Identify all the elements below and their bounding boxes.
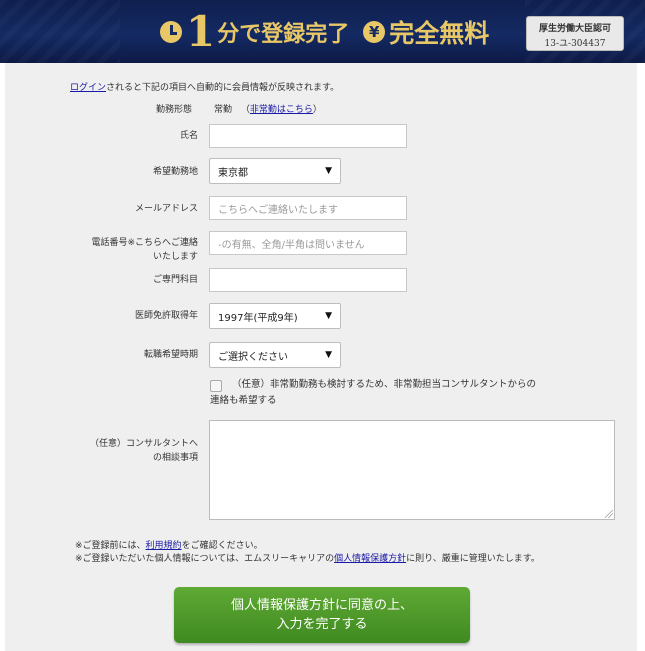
timing-select[interactable]: ご選択ください ▼ (209, 342, 341, 368)
timing-label: 転職希望時期 (143, 350, 198, 360)
employment-paren-close: ） (312, 105, 322, 115)
location-select[interactable]: 東京都 ▼ (209, 158, 341, 184)
privacy-note-line: ※ご登録いただいた個人情報については、エムスリーキャリアの個人情報保護方針に則り… (75, 553, 575, 566)
login-notice: ログインされると下記の項目へ自動的に会員情報が反映されます。 (70, 80, 339, 93)
license-year-select[interactable]: 1997年(平成9年) ▼ (209, 303, 341, 329)
consult-textarea[interactable] (209, 420, 615, 520)
phone-label-line2: いたします (152, 252, 198, 262)
specialty-input[interactable] (209, 268, 407, 292)
employment-value: 常勤 (214, 105, 233, 115)
employment-row: 常勤 （非常勤はこちら） (214, 102, 322, 115)
license-year-label: 医師免許取得年 (134, 311, 198, 321)
privacy-note-suffix: に則り、厳重に管理いたします。 (406, 554, 540, 564)
resize-handle-icon[interactable] (605, 510, 613, 518)
login-link[interactable]: ログイン (70, 83, 106, 93)
privacy-policy-link[interactable]: 個人情報保護方針 (334, 554, 406, 564)
name-input[interactable] (209, 124, 407, 148)
consult-label-line2: の相談事項 (152, 453, 198, 463)
phone-input[interactable]: -の有無、全角/半角は問いません (209, 231, 407, 255)
yen-icon: ¥ (363, 21, 386, 43)
clock-icon (160, 21, 182, 43)
chevron-down-icon: ▼ (325, 166, 332, 176)
chevron-down-icon: ▼ (325, 350, 332, 360)
banner-headline: 1 分で登録完了 ¥ 完全無料 (160, 10, 489, 54)
location-selected-value: 東京都 (218, 167, 248, 179)
phone-label: 電話番号※こちらへご連絡 いたします (78, 236, 198, 264)
part-time-link[interactable]: 非常勤はこちら (250, 105, 313, 115)
banner-minutes-text: 分で登録完了 (217, 21, 350, 47)
submit-button[interactable]: 個人情報保護方針に同意の上、 入力を完了する (174, 587, 470, 643)
header-banner: 1 分で登録完了 ¥ 完全無料 厚生労働大臣認可 13-ユ-304437 (0, 0, 645, 63)
email-label: メールアドレス (134, 204, 198, 214)
consult-label: （任意）コンサルタントへ の相談事項 (78, 437, 198, 465)
name-label: 氏名 (179, 131, 198, 141)
specialty-label: ご専門科目 (152, 275, 198, 285)
banner-pattern-left (0, 0, 120, 63)
terms-notes: ※ご登録前には、利用規約をご確認ください。 ※ご登録いただいた個人情報については… (75, 540, 575, 566)
submit-label-line1: 個人情報保護方針に同意の上、 (230, 598, 413, 613)
license-badge: 厚生労働大臣認可 13-ユ-304437 (526, 16, 624, 51)
banner-big-number: 1 (186, 7, 216, 56)
license-number: 13-ユ-304437 (544, 39, 606, 49)
email-input[interactable]: こちらへご連絡いたします (209, 196, 407, 220)
part-time-contact-text: （任意）非常勤勤務も検討するため、非常勤担当コンサルタントからの連絡も希望する (210, 379, 537, 406)
terms-of-use-link[interactable]: 利用規約 (146, 541, 182, 551)
license-title: 厚生労働大臣認可 (538, 24, 611, 34)
consult-label-line1: （任意）コンサルタントへ (89, 439, 198, 449)
terms-note-suffix: をご確認ください。 (181, 541, 263, 551)
employment-label: 勤務形態 (156, 105, 193, 115)
phone-label-line1: 電話番号※こちらへご連絡 (91, 238, 198, 248)
location-label: 希望勤務地 (152, 167, 198, 177)
license-year-selected-value: 1997年(平成9年) (218, 312, 298, 324)
timing-selected-value: ご選択ください (218, 351, 288, 363)
banner-free-text: 完全無料 (389, 19, 490, 48)
privacy-note-prefix: ※ご登録いただいた個人情報については、エムスリーキャリアの (75, 554, 335, 564)
employment-paren-open: （ (240, 105, 250, 115)
chevron-down-icon: ▼ (325, 311, 332, 321)
terms-note-prefix: ※ご登録前には、 (75, 541, 146, 551)
submit-label-line2: 入力を完了する (276, 617, 368, 632)
login-notice-text: されると下記の項目へ自動的に会員情報が反映されます。 (106, 83, 340, 93)
registration-page: 1 分で登録完了 ¥ 完全無料 厚生労働大臣認可 13-ユ-304437 ログイ… (0, 0, 645, 651)
terms-note-line: ※ご登録前には、利用規約をご確認ください。 (75, 540, 575, 553)
